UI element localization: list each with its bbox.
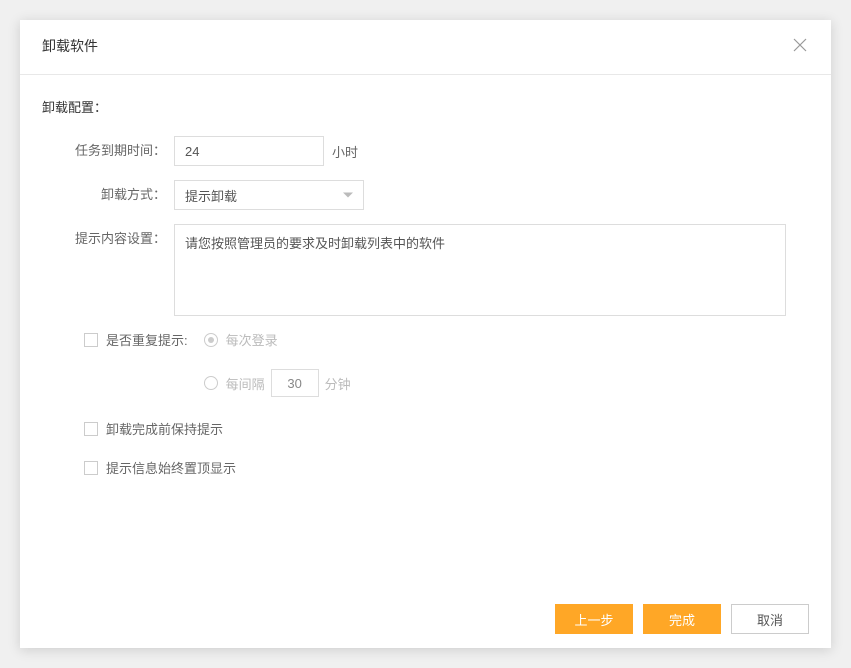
close-button[interactable] (793, 38, 809, 54)
always-top-checkbox[interactable] (84, 461, 98, 475)
dialog-title: 卸载软件 (42, 36, 98, 56)
prompt-control (174, 224, 786, 316)
repeat-checkbox[interactable] (84, 333, 98, 347)
method-control: 提示卸载 (174, 180, 364, 210)
radio-each-login[interactable] (204, 333, 218, 347)
row-keep-prompt: 卸载完成前保持提示 (84, 419, 809, 438)
cancel-button[interactable]: 取消 (731, 604, 809, 634)
radio-row-login: 每次登录 (204, 330, 351, 349)
radio-interval-prefix: 每间隔 (226, 374, 265, 393)
expire-input[interactable] (174, 136, 324, 166)
finish-button[interactable]: 完成 (643, 604, 721, 634)
prompt-label: 提示内容设置： (42, 224, 174, 254)
row-expire: 任务到期时间： 小时 (42, 136, 809, 166)
always-top-label: 提示信息始终置顶显示 (106, 458, 236, 477)
repeat-radio-group: 每次登录 每间隔 分钟 (204, 330, 351, 407)
close-icon (793, 38, 807, 52)
method-value: 提示卸载 (185, 186, 237, 205)
dialog-footer: 上一步 完成 取消 (20, 590, 831, 648)
expire-label: 任务到期时间： (42, 136, 174, 166)
radio-interval[interactable] (204, 376, 218, 390)
interval-unit: 分钟 (325, 374, 351, 393)
radio-each-login-label: 每次登录 (226, 330, 278, 349)
keep-prompt-label: 卸载完成前保持提示 (106, 419, 223, 438)
chevron-down-icon (343, 193, 353, 198)
section-title: 卸载配置： (42, 97, 809, 116)
expire-unit: 小时 (332, 142, 358, 161)
repeat-label: 是否重复提示: (106, 330, 188, 349)
row-always-top: 提示信息始终置顶显示 (84, 458, 809, 477)
uninstall-dialog: 卸载软件 卸载配置： 任务到期时间： 小时 卸载方式： 提示卸载 提示内容设置： (20, 20, 831, 648)
prompt-textarea[interactable] (174, 224, 786, 316)
prev-button[interactable]: 上一步 (555, 604, 633, 634)
dialog-header: 卸载软件 (20, 20, 831, 75)
expire-control: 小时 (174, 136, 358, 166)
row-prompt: 提示内容设置： (42, 224, 809, 316)
interval-input[interactable] (271, 369, 319, 397)
method-label: 卸载方式： (42, 180, 174, 210)
method-select[interactable]: 提示卸载 (174, 180, 364, 210)
dialog-body: 卸载配置： 任务到期时间： 小时 卸载方式： 提示卸载 提示内容设置： (20, 75, 831, 590)
radio-row-interval: 每间隔 分钟 (204, 369, 351, 397)
keep-prompt-checkbox[interactable] (84, 422, 98, 436)
row-repeat: 是否重复提示: 每次登录 每间隔 分钟 (84, 330, 809, 407)
row-method: 卸载方式： 提示卸载 (42, 180, 809, 210)
